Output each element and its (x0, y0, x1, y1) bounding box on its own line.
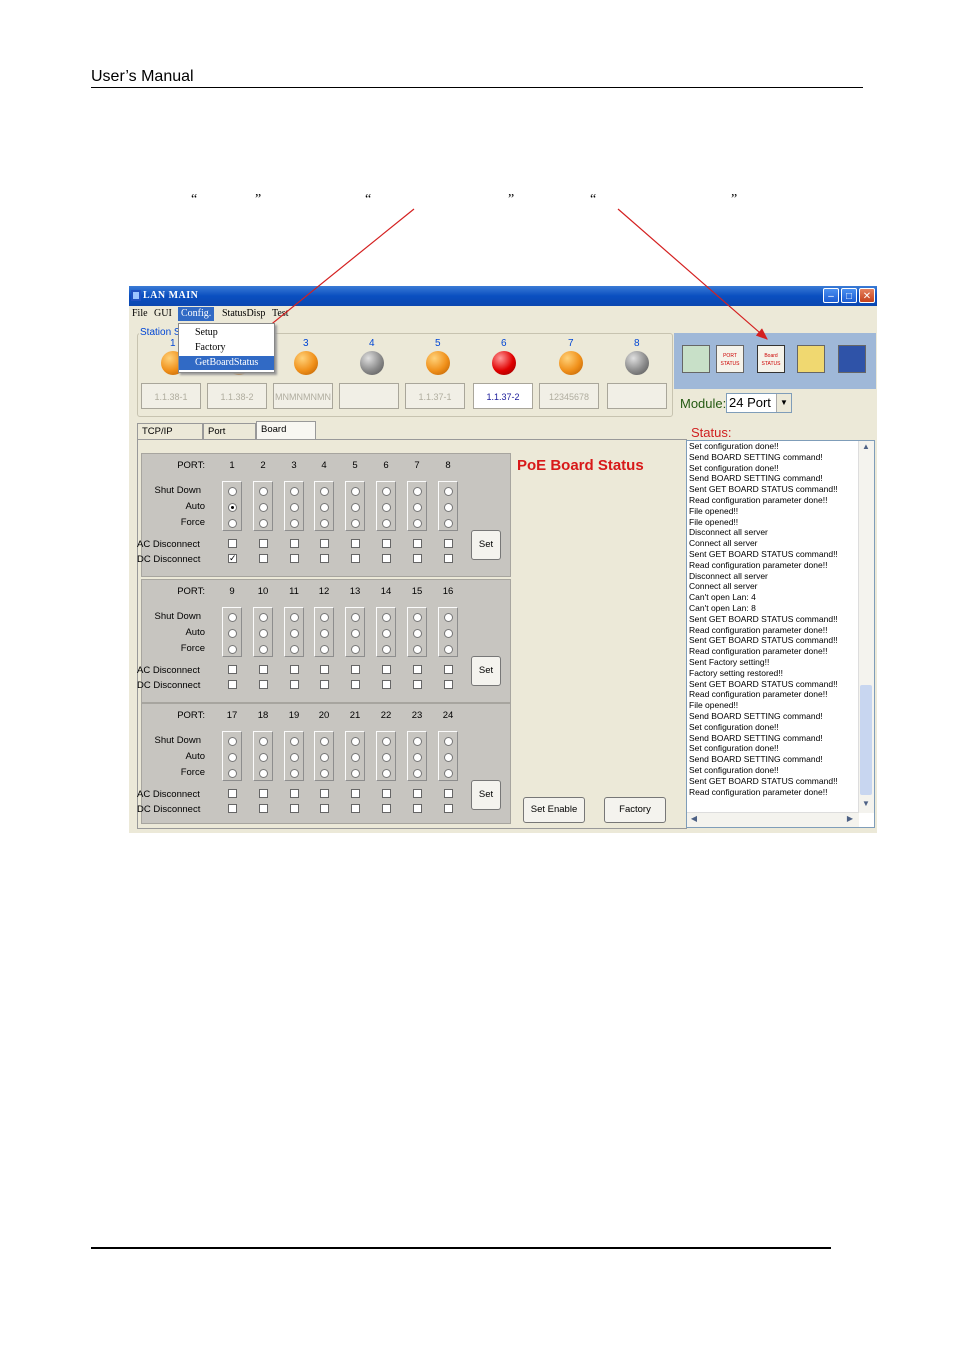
annotation-arrows (231, 208, 768, 357)
menu-item-factory[interactable]: Factory (179, 341, 274, 355)
arrow-to-board-status-icon (617, 208, 768, 340)
menu-item-getboardstatus[interactable]: GetBoardStatus (179, 356, 274, 370)
menu-item-setup[interactable]: Setup (179, 326, 274, 340)
config-dropdown: Setup Factory GetBoardStatus (178, 323, 275, 373)
footer-rule (91, 1247, 831, 1249)
